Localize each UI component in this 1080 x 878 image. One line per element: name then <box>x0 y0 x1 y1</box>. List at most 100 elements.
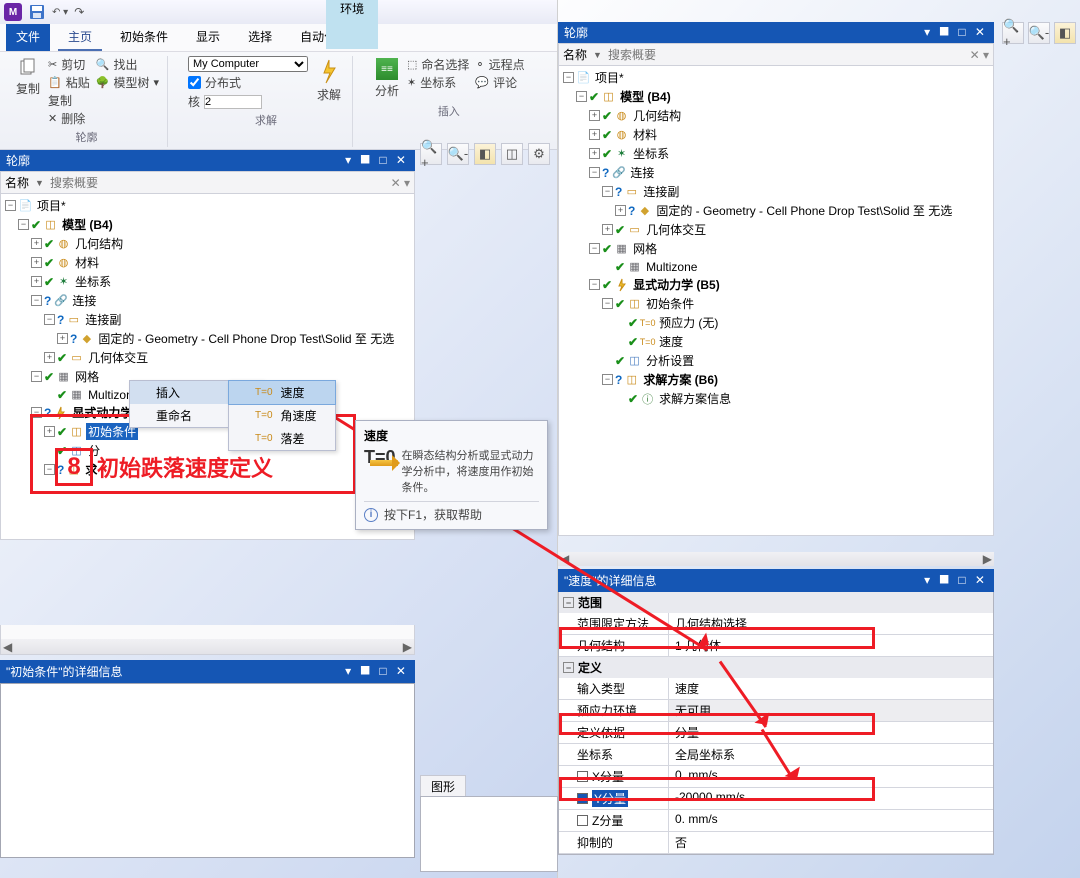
name-dropdown-r-icon[interactable]: ▼ <box>593 50 602 60</box>
analysis-button[interactable]: ≡≡ 分析 <box>373 56 401 101</box>
yellow-arrow-icon <box>370 460 398 466</box>
tree-velocity-r[interactable]: ✔T=0速度 <box>561 332 993 351</box>
tree-geometry-r[interactable]: +✔◍几何结构 <box>561 106 993 125</box>
solve-label: 求解 <box>317 86 341 103</box>
details-left-body <box>0 683 415 858</box>
tree-geometry[interactable]: +✔◍几何结构 <box>3 234 414 253</box>
tree-body-interactions[interactable]: +✔▭几何体交互 <box>3 348 414 367</box>
prop-scoping-method[interactable]: 范围限定方法几何结构选择 <box>559 613 993 635</box>
solve-button[interactable]: 求解 <box>314 56 344 105</box>
tree-explicit-r[interactable]: −✔显式动力学 (B5) <box>561 275 993 294</box>
tab-initial-conditions[interactable]: 初始条件 <box>110 24 178 51</box>
outline-tree-r[interactable]: −📄项目* −✔◫模型 (B4) +✔◍几何结构 +✔◍材料 +✔✶坐标系 −?… <box>558 66 994 536</box>
details-left-title: "初始条件"的详细信息 <box>6 663 123 680</box>
search-outline-input[interactable] <box>50 176 385 190</box>
cut-button[interactable]: ✂ 剪切 <box>48 56 90 73</box>
tree-multizone-r[interactable]: ✔▦Multizone <box>561 258 993 275</box>
tree-contact-region[interactable]: −?▭连接副 <box>3 310 414 329</box>
compute-target-dropdown[interactable]: My Computer <box>188 56 308 72</box>
zoom-out-r-icon[interactable]: 🔍- <box>1028 22 1050 44</box>
graphics-tab[interactable]: 图形 <box>420 775 466 798</box>
details-right-winbtns[interactable]: ▾ ⯀ □ ✕ <box>924 573 988 588</box>
redo-icon[interactable]: ↷ <box>74 5 84 19</box>
outline-tree[interactable]: −📄项目* −✔◫模型 (B4) +✔◍几何结构 +✔◍材料 +✔✶坐标系 −?… <box>0 194 415 540</box>
details-right-header: "速度"的详细信息 ▾ ⯀ □ ✕ <box>558 569 994 592</box>
coord-sys-button[interactable]: ✶ 坐标系 <box>407 74 469 91</box>
view-cube-r-icon[interactable]: ◧ <box>1054 22 1076 44</box>
cores-input[interactable] <box>204 95 262 109</box>
submenu-angular[interactable]: T=0角速度 <box>229 404 335 427</box>
tree-solution-r[interactable]: −?◫求解方案 (B6) <box>561 370 993 389</box>
tree-fixed-r[interactable]: +?◆固定的 - Geometry - Cell Phone Drop Test… <box>561 201 993 220</box>
named-selection-button[interactable]: ⬚ 命名选择 <box>407 56 469 73</box>
tab-context-environment[interactable]: 环境 <box>326 0 378 49</box>
tree-project-r[interactable]: −📄项目* <box>561 68 993 87</box>
tab-file[interactable]: 文件 <box>6 24 50 51</box>
paste-button[interactable]: 📋 粘贴 <box>48 74 90 91</box>
search-outline-input-r[interactable] <box>608 48 964 62</box>
tree-fixed[interactable]: +?◆固定的 - Geometry - Cell Phone Drop Test… <box>3 329 414 348</box>
tree-initial-r[interactable]: −✔◫初始条件 <box>561 294 993 313</box>
submenu-velocity[interactable]: T=0速度 <box>228 380 336 405</box>
prop-cat-scope[interactable]: −范围 <box>559 592 993 613</box>
tree-contact-region-r[interactable]: −?▭连接副 <box>561 182 993 201</box>
tree-coordsys[interactable]: +✔✶坐标系 <box>3 272 414 291</box>
delete-button[interactable]: ✕ 删除 <box>48 110 90 127</box>
remote-point-button[interactable]: ⚬ 远程点 <box>475 56 524 73</box>
distributed-checkbox[interactable]: 分布式 <box>188 74 308 91</box>
view-extra-icon[interactable]: ⚙ <box>528 143 550 165</box>
prop-prestress[interactable]: 预应力环境无可用 <box>559 700 993 722</box>
tree-scrollbar[interactable]: ◀▶ <box>0 625 415 655</box>
submenu-drop[interactable]: T=0落差 <box>229 427 335 450</box>
copy-small-button[interactable]: 复制 <box>48 92 90 109</box>
tree-materials-r[interactable]: +✔◍材料 <box>561 125 993 144</box>
details-left-header: "初始条件"的详细信息 ▾ ⯀ □ ✕ <box>0 660 415 683</box>
prop-geometry[interactable]: 几何结构1 几何体 <box>559 635 993 657</box>
tab-home[interactable]: 主页 <box>58 24 102 51</box>
find-button[interactable]: 🔍 找出 <box>96 56 159 73</box>
comment-button[interactable]: 💬 评论 <box>475 74 524 91</box>
prop-y[interactable]: Y分量-20000 mm/s <box>559 788 993 810</box>
details-left-winbtns[interactable]: ▾ ⯀ □ ✕ <box>345 664 409 679</box>
outline-winbtns-r[interactable]: ▾ ⯀ □ ✕ <box>924 25 988 40</box>
tree-prestress-r[interactable]: ✔T=0预应力 (无) <box>561 313 993 332</box>
outline-window-buttons[interactable]: ▾ ⯀ □ ✕ <box>345 153 409 168</box>
tab-display[interactable]: 显示 <box>186 24 230 51</box>
tree-scrollbar-r[interactable]: ◀▶ <box>558 552 994 566</box>
tree-analysis-settings-r[interactable]: ✔◫分析设置 <box>561 351 993 370</box>
outline-title: 轮廓 <box>6 152 30 169</box>
tree-model[interactable]: −✔◫模型 (B4) <box>3 215 414 234</box>
model-tree-button[interactable]: 🌳 模型树 ▾ <box>96 74 159 91</box>
tree-body-interactions-r[interactable]: +✔▭几何体交互 <box>561 220 993 239</box>
cores-input-row: 核 <box>188 93 308 110</box>
prop-cat-definition[interactable]: −定义 <box>559 657 993 678</box>
save-icon[interactable] <box>28 3 46 21</box>
view-cube-icon[interactable]: ◧ <box>474 143 496 165</box>
tree-materials[interactable]: +✔◍材料 <box>3 253 414 272</box>
search-clear-r-icon[interactable]: ✕ ▾ <box>970 48 989 62</box>
zoom-in-icon[interactable]: 🔍+ <box>420 143 442 165</box>
context-submenu[interactable]: T=0速度 T=0角速度 T=0落差 <box>228 380 336 451</box>
prop-x[interactable]: X分量0. mm/s <box>559 766 993 788</box>
tree-coordsys-r[interactable]: +✔✶坐标系 <box>561 144 993 163</box>
tree-project[interactable]: −📄项目* <box>3 196 414 215</box>
copy-big-button[interactable]: 复制 <box>14 56 42 99</box>
undo-dropdown-icon[interactable]: ↶ ▾ <box>52 7 68 18</box>
tree-model-r[interactable]: −✔◫模型 (B4) <box>561 87 993 106</box>
outline-panel-header-r: 轮廓 ▾ ⯀ □ ✕ <box>558 22 994 43</box>
name-dropdown-icon[interactable]: ▼ <box>35 178 44 188</box>
tooltip-body: 在瞬态结构分析或显式动力学分析中，将速度用作初始条件。 <box>402 447 539 495</box>
prop-z[interactable]: Z分量0. mm/s <box>559 810 993 832</box>
prop-input-type[interactable]: 输入类型速度 <box>559 678 993 700</box>
tree-solution-info-r[interactable]: ✔ⓘ求解方案信息 <box>561 389 993 408</box>
prop-suppressed[interactable]: 抑制的否 <box>559 832 993 854</box>
tree-mesh-r[interactable]: −✔▦网格 <box>561 239 993 258</box>
tree-connections-r[interactable]: −?🔗连接 <box>561 163 993 182</box>
view-wireframe-icon[interactable]: ◫ <box>501 143 523 165</box>
tree-connections[interactable]: −?🔗连接 <box>3 291 414 310</box>
tab-selection[interactable]: 选择 <box>238 24 282 51</box>
copy-label: 复制 <box>16 80 40 97</box>
zoom-out-icon[interactable]: 🔍- <box>447 143 469 165</box>
search-clear-icon[interactable]: ✕ ▾ <box>391 176 410 190</box>
zoom-in-r-icon[interactable]: 🔍+ <box>1002 22 1024 44</box>
